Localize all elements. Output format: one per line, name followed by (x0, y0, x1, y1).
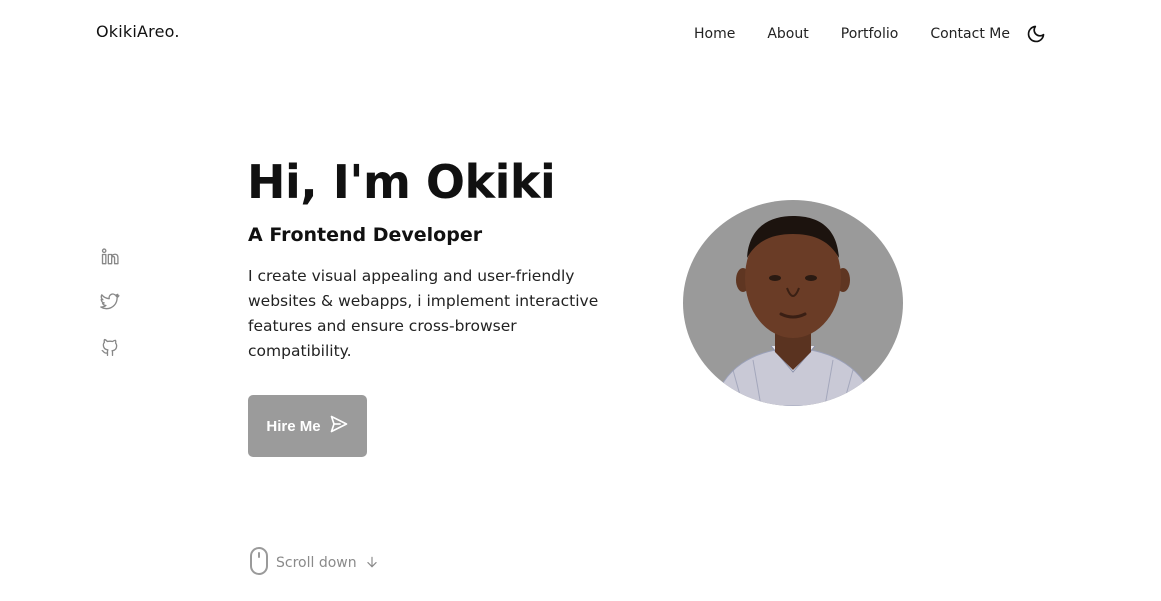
main-nav: Home About Portfolio Contact Me (694, 24, 1046, 44)
linkedin-icon[interactable] (99, 246, 121, 268)
scroll-down-link[interactable]: Scroll down (248, 546, 379, 580)
moon-icon[interactable] (1026, 24, 1046, 44)
hire-me-label: Hire Me (266, 417, 321, 435)
hero-title: Hi, I'm Okiki (247, 155, 556, 209)
nav-item-about[interactable]: About (767, 26, 808, 42)
nav-item-portfolio[interactable]: Portfolio (841, 26, 899, 42)
page: OkikiAreo. Home About Portfolio Contact … (0, 0, 1161, 601)
hire-me-button[interactable]: Hire Me (248, 395, 367, 457)
hero-subtitle: A Frontend Developer (248, 224, 483, 246)
scroll-down-label: Scroll down (276, 555, 357, 571)
logo[interactable]: OkikiAreo. (96, 22, 180, 41)
mouse-icon (248, 546, 270, 580)
twitter-icon[interactable] (99, 291, 121, 313)
send-icon (329, 414, 349, 438)
profile-photo (683, 200, 903, 406)
hero-description: I create visual appealing and user-frien… (248, 267, 599, 360)
social-links (99, 246, 121, 381)
nav-item-home[interactable]: Home (694, 26, 735, 42)
arrow-down-icon (365, 554, 379, 573)
github-icon[interactable] (99, 336, 121, 358)
nav-item-contact[interactable]: Contact Me (930, 26, 1010, 42)
